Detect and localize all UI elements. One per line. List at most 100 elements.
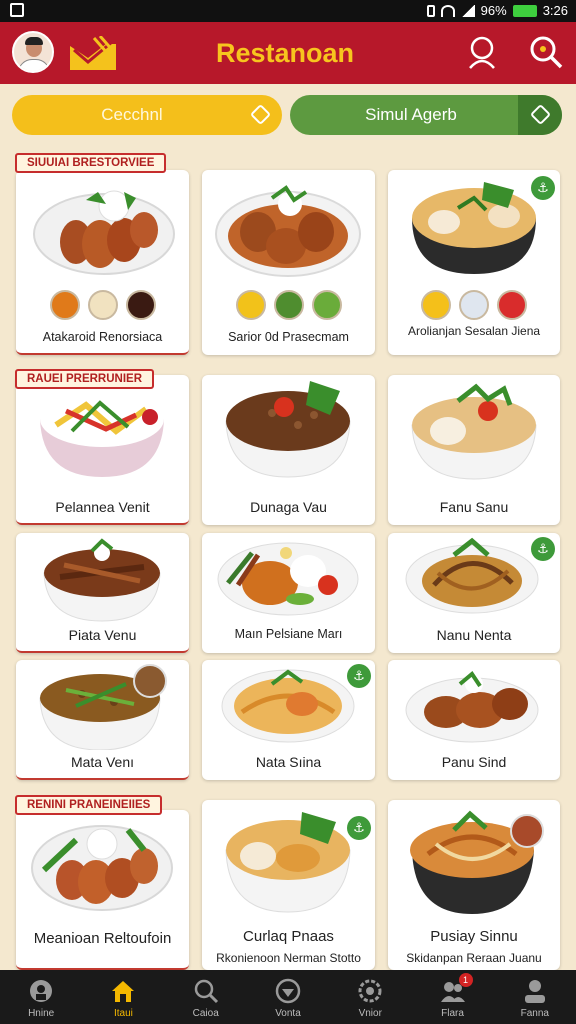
dish-thumbnail — [510, 814, 544, 848]
nav-label: Fanna — [520, 1008, 549, 1019]
nav-item-people[interactable]: 1 Flara — [411, 970, 493, 1024]
ingredient-chip — [49, 290, 80, 320]
dish-card[interactable]: Panu Sind — [388, 660, 560, 780]
dish-name: Nanu Nenta — [436, 627, 512, 643]
dish-name: Nata Sıina — [255, 754, 322, 770]
dish-card[interactable]: Atakaroid Renorsiaca — [16, 170, 189, 355]
nav-label: Vonta — [275, 1008, 301, 1019]
dish-name: Mata Venı — [70, 754, 135, 770]
dish-image — [31, 825, 173, 911]
nav-item-home[interactable]: Itaui — [82, 970, 164, 1024]
ingredient-chip — [125, 290, 156, 320]
dish-card[interactable]: Piata Venu — [16, 533, 189, 653]
app-title: Restanoan — [215, 38, 355, 68]
dish-card[interactable]: ⚓ Curlaq Pnaas Rkonienoon Nerman Stotto — [202, 800, 375, 970]
nav-item-search[interactable]: Caioa — [165, 970, 247, 1024]
dish-card[interactable]: Pelannea Venit — [16, 375, 189, 525]
ingredient-chip — [421, 290, 451, 320]
nav-item-profile[interactable]: Fanna — [494, 970, 576, 1024]
dish-subtitle: Rkonienoon Nerman Stotto — [216, 951, 361, 965]
dish-name: Sarior 0d Prasecmam — [228, 330, 349, 344]
compass-icon — [275, 978, 301, 1004]
dish-image — [33, 190, 175, 275]
dish-name: Maın Pelsiane Marı — [234, 627, 343, 641]
anchor-badge-icon: ⚓ — [531, 537, 555, 561]
dish-card[interactable]: ⚓ Nata Sıina — [202, 660, 375, 780]
dish-image — [405, 671, 539, 743]
ingredient-chip — [273, 290, 304, 320]
anchor-badge-icon: ⚓ — [531, 176, 555, 200]
nav-item-settings[interactable]: Vnior — [329, 970, 411, 1024]
diamond-icon — [249, 103, 272, 126]
status-bar: 96% 3:26 — [0, 0, 576, 22]
dish-name: Fanu Sanu — [439, 499, 509, 515]
nav-item-home-outline[interactable]: Hnine — [0, 970, 82, 1024]
settings-icon — [358, 979, 382, 1003]
section-tag: RAUEI PRERRUNIER — [15, 369, 155, 389]
dish-card[interactable]: Pusiay Sinnu Skidanpan Reraan Juanu — [388, 800, 560, 970]
dish-image — [43, 538, 161, 622]
filter-pill-left[interactable]: Cecchnl — [12, 95, 282, 135]
dish-image — [411, 383, 537, 480]
section-tag: SIUUIAI BRESTORVIEE — [15, 153, 167, 173]
anchor-badge-icon: ⚓ — [347, 816, 371, 840]
filter-pill-right-label: Simul Agerb — [365, 105, 457, 124]
notification-icon — [10, 3, 24, 17]
nav-label: Itaui — [113, 1008, 133, 1019]
dish-name: Meanioan Reltoufoin — [33, 930, 172, 947]
dish-card[interactable]: ⚓ Arolianjan Sesalan Jiena — [388, 170, 560, 355]
bottom-nav: Hnine Itaui Caioa Vonta Vnior 1 Flara Fa… — [0, 970, 576, 1024]
dish-card[interactable]: Meanioan Reltoufoin — [16, 810, 189, 970]
dish-image — [217, 542, 359, 616]
ingredient-chip — [87, 290, 118, 320]
ingredient-chip — [235, 290, 266, 320]
app-header: Restanoan — [0, 22, 576, 84]
search-icon[interactable] — [528, 34, 564, 70]
dish-name: Arolianjan Sesalan Jiena — [407, 324, 541, 338]
dish-name: Piata Venu — [68, 627, 137, 643]
notification-badge: 1 — [458, 973, 473, 987]
dish-image — [215, 185, 361, 277]
dish-thumbnail — [133, 664, 167, 698]
dish-name: Atakaroid Renorsiaca — [42, 330, 163, 344]
wifi-icon — [440, 4, 455, 17]
search-icon — [194, 979, 218, 1004]
filter-pill-left-label: Cecchnl — [101, 105, 163, 124]
profile-icon — [524, 980, 545, 1003]
nav-item-compass[interactable]: Vonta — [247, 970, 329, 1024]
dish-card[interactable]: Mata Venı — [16, 660, 189, 780]
dish-name: Pusiay Sinnu — [430, 928, 518, 945]
nav-label: Caioa — [192, 1008, 219, 1019]
dish-card[interactable]: Sarior 0d Prasecmam — [202, 170, 375, 355]
battery-percent: 96% — [480, 3, 507, 18]
clock: 3:26 — [542, 3, 568, 18]
ingredient-chip — [459, 290, 489, 320]
filter-pill-right[interactable]: Simul Agerb — [290, 95, 562, 135]
dish-image — [40, 391, 164, 477]
ingredient-chip — [497, 290, 527, 320]
dish-subtitle: Skidanpan Reraan Juanu — [406, 951, 542, 965]
status-indicators: 96% 3:26 — [426, 3, 568, 18]
vibrate-icon — [426, 4, 435, 17]
dish-image — [225, 381, 351, 478]
logo-icon — [70, 36, 116, 70]
dish-card[interactable]: Dunaga Vau — [202, 375, 375, 525]
dish-card[interactable]: ⚓ Nanu Nenta — [388, 533, 560, 653]
signal-icon — [460, 4, 475, 17]
home-outline-icon — [30, 980, 53, 1002]
dish-image — [225, 812, 351, 913]
battery-icon — [512, 4, 537, 17]
anchor-badge-icon: ⚓ — [347, 664, 371, 688]
dish-card[interactable]: Maın Pelsiane Marı — [202, 533, 375, 653]
dish-name: Dunaga Vau — [250, 499, 327, 515]
section-tag: RENINI PRANEINEIIES — [15, 795, 163, 815]
dish-name: Curlaq Pnaas — [243, 928, 334, 945]
user-icon[interactable] — [464, 34, 500, 70]
nav-label: Flara — [441, 1008, 464, 1019]
dish-card[interactable]: Fanu Sanu — [388, 375, 560, 525]
ingredient-chip — [311, 290, 342, 320]
nav-label: Vnior — [358, 1008, 382, 1019]
home-icon — [112, 981, 135, 1002]
avatar[interactable] — [12, 31, 54, 73]
dish-name: Pelannea Venit — [55, 499, 150, 515]
